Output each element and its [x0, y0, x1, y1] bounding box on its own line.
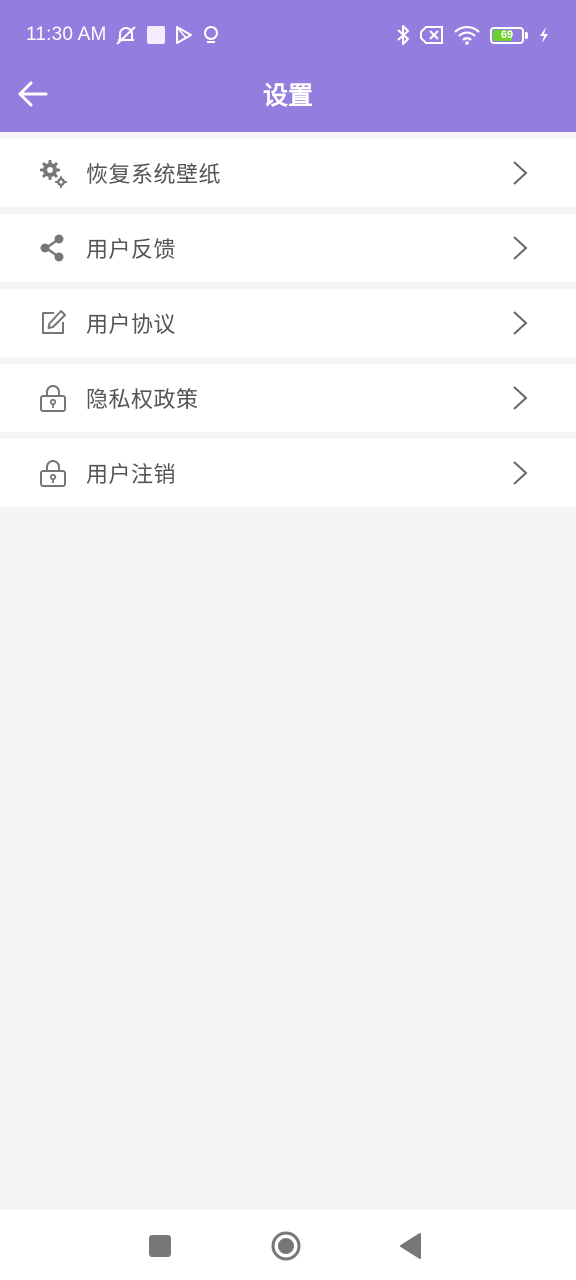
settings-item-feedback[interactable]: 用户反馈	[0, 214, 576, 282]
bulb-icon	[204, 26, 219, 43]
chevron-right-icon	[513, 311, 528, 335]
share-icon	[40, 234, 64, 262]
chevron-right-icon	[513, 236, 528, 260]
settings-item-privacy-policy[interactable]: 隐私权政策	[0, 364, 576, 432]
wifi-icon	[454, 25, 480, 45]
app-bar: 设置	[0, 64, 576, 124]
recents-button[interactable]	[148, 1234, 172, 1258]
settings-item-label: 隐私权政策	[86, 388, 199, 413]
settings-item-label: 恢复系统壁纸	[86, 163, 222, 188]
page-title: 设置	[262, 81, 313, 110]
mute-icon	[116, 26, 137, 45]
settings-item-label: 用户反馈	[86, 238, 177, 263]
settings-item-user-agreement[interactable]: 用户协议	[0, 289, 576, 357]
arrow-left-icon	[18, 81, 48, 107]
circle-icon	[271, 1231, 301, 1261]
status-right-icons: 69	[396, 24, 550, 46]
lock-icon	[40, 460, 66, 487]
no-sim-icon	[420, 26, 443, 44]
settings-item-account-deletion[interactable]: 用户注销	[0, 439, 576, 507]
square-icon	[149, 1235, 171, 1257]
lock-icon	[40, 385, 66, 412]
chevron-right-icon	[513, 161, 528, 185]
gears-icon	[40, 160, 67, 188]
settings-item-label: 用户协议	[86, 313, 177, 338]
battery-level: 69	[500, 29, 514, 41]
settings-list: 恢复系统壁纸 用户反馈 用户协议 隐私权政策 用户注销	[0, 132, 576, 507]
status-bar: 11:30 AM 69	[0, 0, 576, 70]
header: 11:30 AM 69 设置	[0, 0, 576, 132]
edit-icon	[42, 310, 66, 334]
back-button[interactable]	[16, 76, 52, 112]
bluetooth-icon	[397, 25, 409, 45]
square-notification-icon	[147, 26, 166, 44]
chevron-right-icon	[513, 386, 528, 410]
play-store-icon	[176, 26, 193, 44]
system-back-button[interactable]	[398, 1232, 424, 1260]
triangle-back-icon	[400, 1233, 421, 1259]
home-button[interactable]	[270, 1230, 302, 1262]
chevron-right-icon	[513, 461, 528, 485]
settings-item-label: 用户注销	[86, 463, 177, 488]
settings-item-restore-wallpaper[interactable]: 恢复系统壁纸	[0, 139, 576, 207]
charging-icon	[540, 27, 548, 43]
status-time: 11:30 AM	[26, 24, 107, 45]
battery-icon: 69	[490, 26, 528, 44]
system-nav-bar	[0, 1210, 576, 1280]
status-left-icons	[114, 24, 220, 46]
